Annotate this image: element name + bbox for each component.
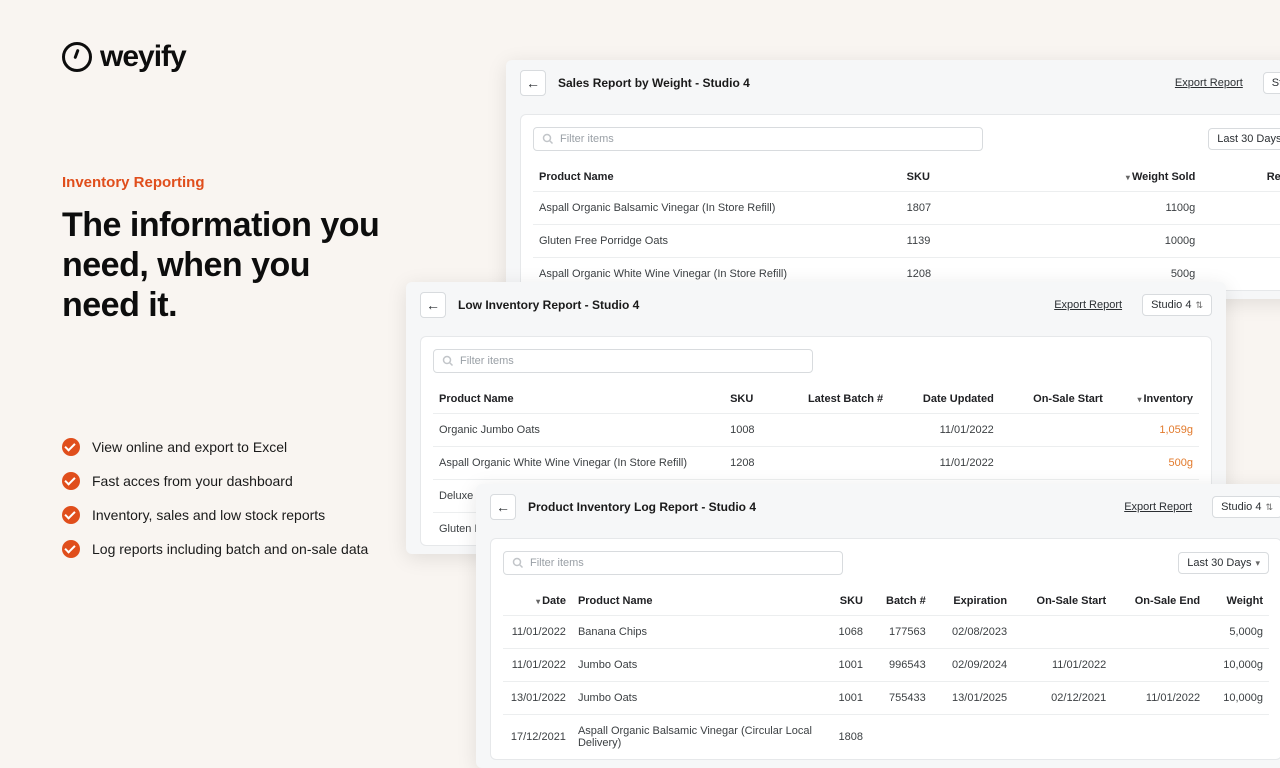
feature-bullets: View online and export to Excel Fast acc… bbox=[62, 438, 392, 574]
hero-copy: Inventory Reporting The information you … bbox=[62, 174, 382, 325]
col-weight-sold[interactable]: ▾Weight Sold bbox=[994, 163, 1202, 192]
sort-desc-icon: ▾ bbox=[536, 597, 540, 606]
brand-logo: weyify bbox=[62, 40, 186, 74]
col-weight[interactable]: Weight bbox=[1206, 587, 1269, 616]
studio-selector[interactable]: Studio bbox=[1263, 72, 1280, 94]
panel-title: Sales Report by Weight - Studio 4 bbox=[558, 76, 1163, 90]
sort-icon: ⇅ bbox=[1195, 300, 1203, 311]
panel-header: ← Sales Report by Weight - Studio 4 Expo… bbox=[506, 60, 1280, 106]
col-product[interactable]: Product Name bbox=[572, 587, 825, 616]
date-range-selector[interactable]: Last 30 Days▾ bbox=[1178, 552, 1269, 574]
filter-input[interactable]: Filter items bbox=[533, 127, 983, 151]
col-sku[interactable]: SKU bbox=[825, 587, 869, 616]
panel-inventory-log: ← Product Inventory Log Report - Studio … bbox=[476, 484, 1280, 768]
check-icon bbox=[62, 540, 80, 558]
table-row[interactable]: 11/01/2022Banana Chips106817756302/08/20… bbox=[503, 616, 1269, 649]
table-row[interactable]: Gluten Free Porridge Oats11391000g bbox=[533, 225, 1280, 258]
col-onsale-start[interactable]: On-Sale Start bbox=[1000, 385, 1109, 414]
sort-desc-icon: ▾ bbox=[1137, 395, 1141, 404]
bullet-item: View online and export to Excel bbox=[62, 438, 392, 456]
hero-eyebrow: Inventory Reporting bbox=[62, 174, 382, 191]
table-row[interactable]: 11/01/2022Jumbo Oats100199654302/09/2024… bbox=[503, 649, 1269, 682]
col-inventory[interactable]: ▾Inventory bbox=[1109, 385, 1199, 414]
col-date[interactable]: ▾Date bbox=[503, 587, 572, 616]
sort-icon: ⇅ bbox=[1265, 502, 1273, 513]
brand-name: weyify bbox=[100, 40, 186, 74]
table-row[interactable]: 13/01/2022Jumbo Oats100175543313/01/2025… bbox=[503, 682, 1269, 715]
bullet-text: Fast acces from your dashboard bbox=[92, 473, 293, 489]
table-row[interactable]: 17/12/2021Aspall Organic Balsamic Vinega… bbox=[503, 715, 1269, 760]
col-date-updated[interactable]: Date Updated bbox=[889, 385, 1000, 414]
col-onsale-start[interactable]: On-Sale Start bbox=[1013, 587, 1112, 616]
panel-header: ← Low Inventory Report - Studio 4 Export… bbox=[406, 282, 1226, 328]
bullet-item: Log reports including batch and on-sale … bbox=[62, 540, 392, 558]
search-icon bbox=[442, 355, 454, 367]
filter-placeholder: Filter items bbox=[460, 355, 514, 367]
studio-selector[interactable]: Studio 4⇅ bbox=[1212, 496, 1280, 518]
back-button[interactable]: ← bbox=[520, 70, 546, 96]
arrow-left-icon: ← bbox=[526, 75, 540, 91]
col-product[interactable]: Product Name bbox=[433, 385, 724, 414]
studio-selector[interactable]: Studio 4⇅ bbox=[1142, 294, 1212, 316]
logo-mark-icon bbox=[62, 42, 92, 72]
toolbar: Filter items bbox=[433, 349, 1199, 373]
toolbar: Filter items Last 30 Days▾ bbox=[503, 551, 1269, 575]
panel-card: Filter items Last 30 Days▾ Product Name … bbox=[520, 114, 1280, 291]
sort-desc-icon: ▾ bbox=[1126, 173, 1130, 182]
export-report-link[interactable]: Export Report bbox=[1054, 299, 1122, 311]
arrow-left-icon: ← bbox=[496, 499, 510, 515]
col-expiration[interactable]: Expiration bbox=[932, 587, 1013, 616]
toolbar: Filter items Last 30 Days▾ bbox=[533, 127, 1280, 151]
back-button[interactable]: ← bbox=[420, 292, 446, 318]
col-sku[interactable]: SKU bbox=[724, 385, 773, 414]
filter-input[interactable]: Filter items bbox=[433, 349, 813, 373]
col-sku[interactable]: SKU bbox=[901, 163, 994, 192]
table-row[interactable]: Organic Jumbo Oats100811/01/20221,059g bbox=[433, 414, 1199, 447]
col-revenue[interactable]: Reve bbox=[1201, 163, 1280, 192]
panel-title: Product Inventory Log Report - Studio 4 bbox=[528, 500, 1112, 514]
date-range-selector[interactable]: Last 30 Days▾ bbox=[1208, 128, 1280, 150]
panel-header: ← Product Inventory Log Report - Studio … bbox=[476, 484, 1280, 530]
bullet-item: Inventory, sales and low stock reports bbox=[62, 506, 392, 524]
check-icon bbox=[62, 472, 80, 490]
search-icon bbox=[542, 133, 554, 145]
panel-card: Filter items Last 30 Days▾ ▾Date Product… bbox=[490, 538, 1280, 760]
hero-headline: The information you need, when you need … bbox=[62, 205, 382, 325]
filter-input[interactable]: Filter items bbox=[503, 551, 843, 575]
export-report-link[interactable]: Export Report bbox=[1124, 501, 1192, 513]
arrow-left-icon: ← bbox=[426, 297, 440, 313]
panel-title: Low Inventory Report - Studio 4 bbox=[458, 298, 1042, 312]
bullet-text: Log reports including batch and on-sale … bbox=[92, 541, 368, 557]
search-icon bbox=[512, 557, 524, 569]
sales-table: Product Name SKU ▾Weight Sold Reve Aspal… bbox=[533, 163, 1280, 290]
chevron-down-icon: ▾ bbox=[1255, 558, 1260, 569]
table-row[interactable]: Aspall Organic White Wine Vinegar (In St… bbox=[433, 447, 1199, 480]
check-icon bbox=[62, 438, 80, 456]
bullet-text: View online and export to Excel bbox=[92, 439, 287, 455]
bullet-text: Inventory, sales and low stock reports bbox=[92, 507, 325, 523]
filter-placeholder: Filter items bbox=[560, 133, 614, 145]
col-batch[interactable]: Batch # bbox=[869, 587, 932, 616]
bullet-item: Fast acces from your dashboard bbox=[62, 472, 392, 490]
col-product[interactable]: Product Name bbox=[533, 163, 901, 192]
check-icon bbox=[62, 506, 80, 524]
back-button[interactable]: ← bbox=[490, 494, 516, 520]
filter-placeholder: Filter items bbox=[530, 557, 584, 569]
col-onsale-end[interactable]: On-Sale End bbox=[1112, 587, 1206, 616]
table-row[interactable]: Aspall Organic Balsamic Vinegar (In Stor… bbox=[533, 192, 1280, 225]
inventory-log-table: ▾Date Product Name SKU Batch # Expiratio… bbox=[503, 587, 1269, 759]
col-latest-batch[interactable]: Latest Batch # bbox=[773, 385, 889, 414]
panel-sales-report: ← Sales Report by Weight - Studio 4 Expo… bbox=[506, 60, 1280, 299]
export-report-link[interactable]: Export Report bbox=[1175, 77, 1243, 89]
